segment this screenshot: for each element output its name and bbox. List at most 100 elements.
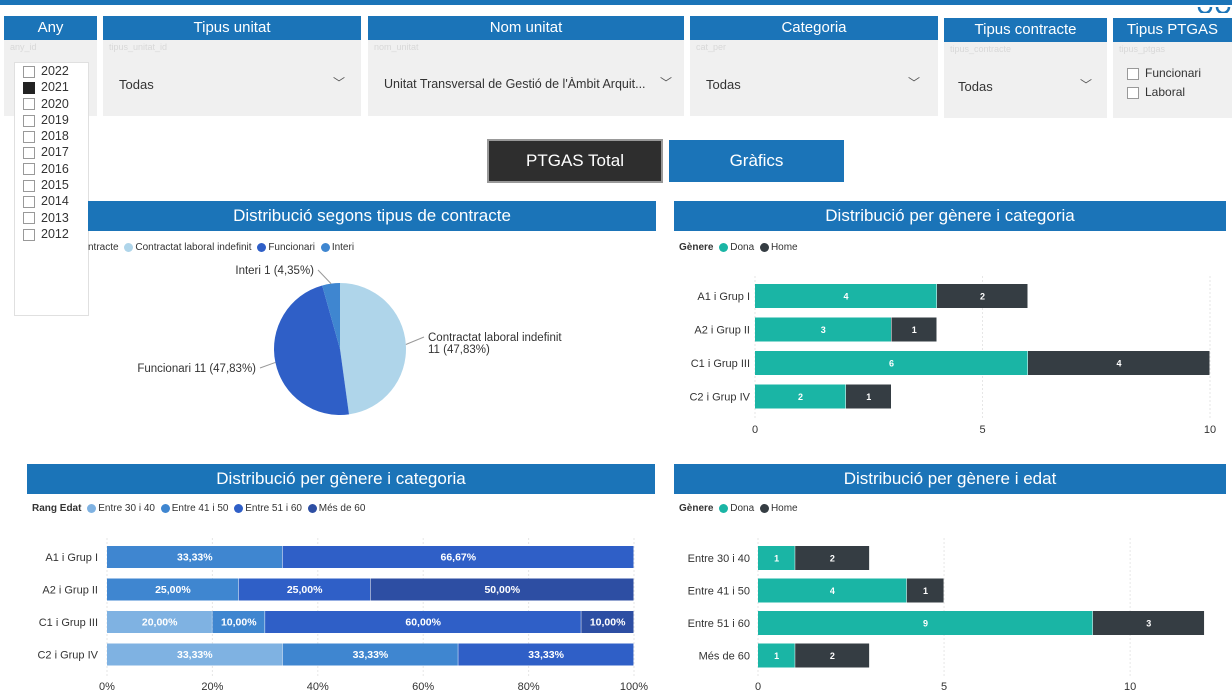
- legend-dot: [759, 503, 769, 513]
- bar-data-label: 25,00%: [155, 584, 191, 596]
- checkbox[interactable]: [23, 179, 35, 192]
- tipus-contracte-title: Tipus contracte: [944, 18, 1107, 42]
- checkbox[interactable]: [23, 114, 35, 127]
- legend-item[interactable]: Contractat laboral indefinit: [135, 242, 251, 253]
- year-option[interactable]: 2013: [15, 210, 88, 226]
- ptgas-option-label: Laboral: [1145, 85, 1186, 99]
- tipus-ptgas-field: tipus_ptgas: [1119, 44, 1166, 54]
- year-option[interactable]: 2017: [15, 144, 88, 160]
- panel-title-genere-categoria: Distribució per gènere i categoria: [674, 201, 1226, 231]
- tipus-unitat-slicer[interactable]: Tipus unitat tipus_unitat_id Todas ﹀: [103, 16, 361, 116]
- legend-item[interactable]: Funcionari: [268, 242, 315, 253]
- chevron-down-icon[interactable]: ﹀: [1080, 76, 1092, 93]
- bar-data-label: 3: [821, 325, 826, 335]
- top-accent-bar: [0, 0, 1232, 5]
- legend-dot: [320, 242, 330, 252]
- year-option-label: 2015: [41, 178, 69, 193]
- tipus-unitat-value[interactable]: Todas: [119, 77, 154, 92]
- nom-unitat-slicer[interactable]: Nom unitat nom_unitat Unitat Transversal…: [368, 16, 684, 116]
- checkbox[interactable]: [23, 196, 35, 209]
- legend-item[interactable]: Entre 41 i 50: [172, 503, 229, 514]
- checkbox[interactable]: [1127, 67, 1139, 80]
- legend-dot: [87, 503, 97, 513]
- bar-data-label: 4: [843, 292, 848, 302]
- ptgas-option-funcionari[interactable]: Funcionari: [1127, 66, 1201, 80]
- year-option-label: 2017: [41, 145, 69, 160]
- x-tick-label: 10: [1204, 424, 1216, 436]
- y-category-label: C1 i Grup III: [39, 617, 98, 629]
- legend-item[interactable]: Home: [771, 503, 798, 514]
- bar-data-label: 50,00%: [484, 584, 520, 596]
- pie-data-label: Contractat laboral indefinit: [428, 332, 562, 344]
- legend-item[interactable]: Entre 51 i 60: [245, 503, 302, 514]
- bar-data-label: 2: [980, 292, 985, 302]
- year-option[interactable]: 2012: [15, 226, 88, 242]
- x-tick-label: 0: [755, 681, 761, 693]
- year-dropdown-list[interactable]: 2022 2021 2020 2019 2018 2017 2016 2015 2014 2013…: [14, 62, 89, 316]
- bar-data-label: 66,67%: [441, 552, 477, 564]
- year-option[interactable]: 2015: [15, 177, 88, 193]
- checkbox[interactable]: [23, 228, 35, 241]
- logo-fragment: [1196, 0, 1232, 15]
- year-option-label: 2019: [41, 112, 69, 127]
- x-tick-label: 0: [752, 424, 758, 436]
- year-option[interactable]: 2021: [15, 79, 88, 95]
- x-tick-label: 80%: [518, 681, 540, 693]
- ptgas-option-laboral[interactable]: Laboral: [1127, 85, 1185, 99]
- bar-data-label: 1: [912, 325, 917, 335]
- legend-item[interactable]: Entre 30 i 40: [98, 503, 155, 514]
- pie-data-label: Funcionari 11 (47,83%): [137, 363, 256, 375]
- checkbox[interactable]: [23, 163, 35, 176]
- year-option[interactable]: 2019: [15, 112, 88, 128]
- legend-item[interactable]: Dona: [730, 503, 754, 514]
- year-option[interactable]: 2020: [15, 96, 88, 112]
- bar-data-label: 9: [923, 619, 928, 629]
- x-tick-label: 0%: [99, 681, 115, 693]
- legend-contracte: ntracte Contractat laboral indefinit Fun…: [88, 242, 354, 253]
- checkbox[interactable]: [23, 98, 35, 111]
- categoria-slicer[interactable]: Categoria cat_per Todas ﹀: [690, 16, 938, 116]
- tipus-ptgas-slicer[interactable]: Tipus PTGAS tipus_ptgas Funcionari Labor…: [1113, 18, 1232, 118]
- checkbox[interactable]: [23, 65, 35, 78]
- checkbox[interactable]: [23, 130, 35, 143]
- chevron-down-icon[interactable]: ﹀: [660, 74, 672, 91]
- legend-item[interactable]: Interi: [332, 242, 354, 253]
- year-option[interactable]: 2016: [15, 161, 88, 177]
- legend-item[interactable]: Dona: [730, 242, 754, 253]
- bar-data-label: 2: [798, 392, 803, 402]
- legend-item[interactable]: Home: [771, 242, 798, 253]
- bar-chart-genere-edat: 0 5 10 Entre 30 i 40 1 2 Entre 41 i 50 4 1 Entre …: [688, 538, 1205, 693]
- year-slicer-title: Any: [4, 16, 97, 40]
- checkbox[interactable]: [23, 147, 35, 160]
- grafics-button[interactable]: Gràfics: [669, 140, 844, 182]
- checkbox[interactable]: [1127, 86, 1139, 99]
- bar-data-label: 25,00%: [287, 584, 323, 596]
- y-category-label: Entre 41 i 50: [688, 586, 750, 598]
- bar-data-label: 2: [830, 651, 835, 661]
- year-option[interactable]: 2022: [15, 63, 88, 79]
- year-option-label: 2013: [41, 210, 69, 225]
- ptgas-total-button[interactable]: PTGAS Total: [487, 139, 663, 183]
- legend-dot: [257, 242, 267, 252]
- tipus-contracte-value[interactable]: Todas: [958, 79, 993, 94]
- year-option-label: 2021: [41, 80, 69, 95]
- chevron-down-icon[interactable]: ﹀: [333, 74, 345, 91]
- checkbox[interactable]: [23, 212, 35, 225]
- categoria-value[interactable]: Todas: [706, 77, 741, 92]
- x-tick-label: 10: [1124, 681, 1136, 693]
- tipus-contracte-slicer[interactable]: Tipus contracte tipus_contracte Todas ﹀: [944, 18, 1107, 118]
- y-category-label: C1 i Grup III: [691, 358, 750, 370]
- y-category-label: C2 i Grup IV: [37, 650, 98, 662]
- nom-unitat-title: Nom unitat: [368, 16, 684, 40]
- year-option-label: 2014: [41, 194, 69, 209]
- y-category-label: Entre 30 i 40: [688, 553, 750, 565]
- year-option[interactable]: 2014: [15, 193, 88, 209]
- year-option[interactable]: 2018: [15, 128, 88, 144]
- checkbox[interactable]: [23, 82, 35, 94]
- panel-title-contracte: Distribució segons tipus de contracte: [88, 201, 656, 231]
- nom-unitat-value[interactable]: Unitat Transversal de Gestió de l'Àmbit …: [384, 77, 656, 91]
- chevron-down-icon[interactable]: ﹀: [908, 74, 920, 91]
- panel-title-edat-categoria: Distribució per gènere i categoria: [27, 464, 655, 494]
- legend-item[interactable]: Més de 60: [319, 503, 366, 514]
- logo-icon: [1197, 0, 1231, 15]
